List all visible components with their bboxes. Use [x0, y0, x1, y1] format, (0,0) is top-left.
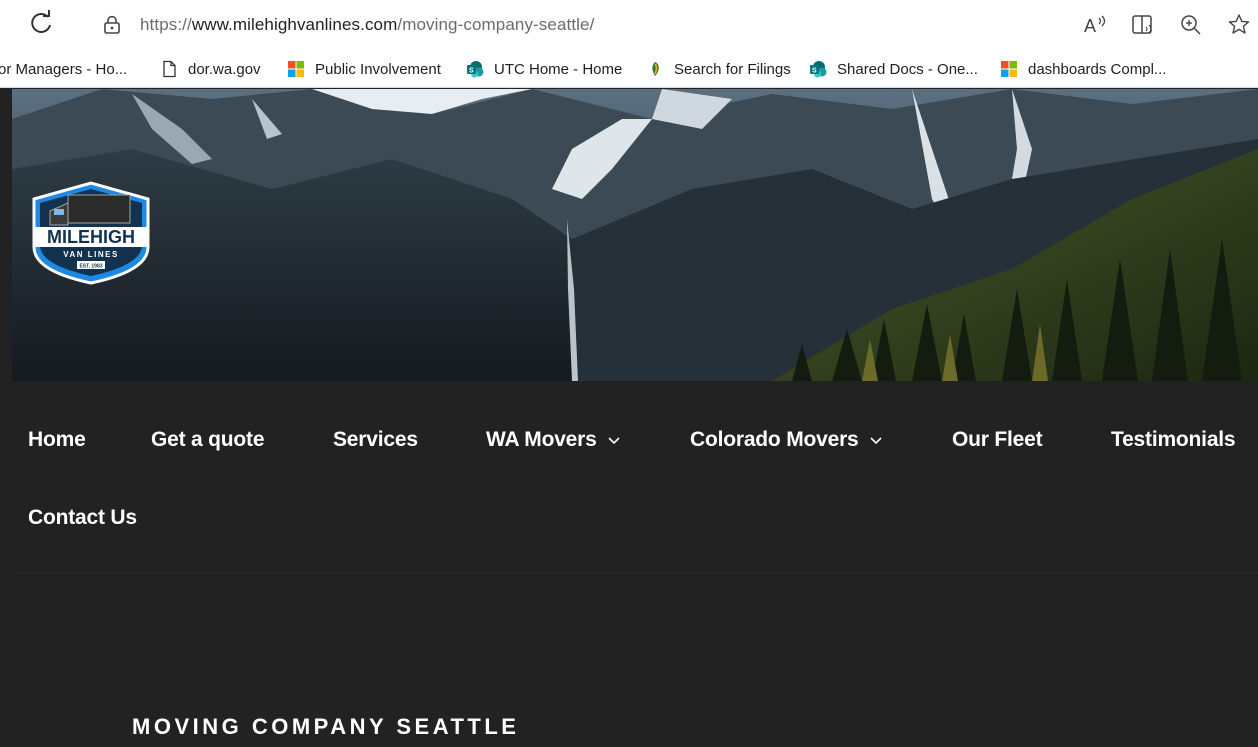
milehigh-van-lines-logo[interactable]: MILEHIGH VAN LINES EST. 1983	[28, 181, 154, 285]
logo-brand-text: MILEHIGH	[47, 227, 135, 247]
nav-colorado-movers[interactable]: Colorado Movers	[690, 428, 883, 452]
feather-icon	[652, 62, 659, 76]
favorite-star-icon[interactable]	[1226, 12, 1252, 38]
svg-text:S: S	[469, 68, 474, 75]
nav-wa-movers[interactable]: WA Movers	[486, 428, 621, 452]
windows-tiles-icon	[1001, 61, 1017, 77]
nav-label: WA Movers	[486, 428, 597, 451]
url-path: /moving-company-seattle/	[397, 15, 595, 34]
bookmark-utc-home[interactable]: S UTC Home - Home	[466, 59, 622, 79]
bookmark-label: Shared Docs - One...	[837, 60, 978, 78]
sharepoint-icon: S	[810, 61, 827, 78]
reload-icon[interactable]	[26, 8, 56, 38]
bookmark-label: or Managers - Ho...	[0, 60, 128, 78]
url-text: https://www.milehighvanlines.com/moving-…	[140, 15, 594, 35]
nav-home[interactable]: Home	[28, 428, 86, 452]
address-bar[interactable]: https://www.milehighvanlines.com/moving-…	[88, 6, 1158, 44]
bookmarks-bar: or Managers - Ho... dor.wa.gov Public In…	[0, 50, 1258, 88]
bookmark-managers[interactable]: or Managers - Ho...	[0, 59, 127, 79]
bookmark-label: dashboards Compl...	[1028, 60, 1167, 78]
hero-banner: MILEHIGH VAN LINES EST. 1983	[12, 89, 1258, 381]
mountain-landscape-image	[12, 89, 1258, 381]
chevron-down-icon	[608, 437, 620, 445]
bookmark-label: Search for Filings	[674, 60, 791, 78]
zoom-icon[interactable]	[1178, 12, 1204, 38]
nav-our-fleet[interactable]: Our Fleet	[952, 428, 1043, 452]
bookmark-public-involvement[interactable]: Public Involvement	[287, 59, 441, 79]
bookmark-label: dor.wa.gov	[188, 60, 261, 78]
bookmark-shared-docs[interactable]: S Shared Docs - One...	[809, 59, 978, 79]
main-navigation: Home Get a quote Services WA Movers Colo…	[12, 381, 1258, 573]
browser-toolbar: https://www.milehighvanlines.com/moving-…	[0, 0, 1258, 50]
nav-services[interactable]: Services	[333, 428, 418, 452]
nav-testimonials[interactable]: Testimonials	[1111, 428, 1236, 452]
windows-tiles-icon	[288, 61, 304, 77]
url-domain: www.milehighvanlines.com	[191, 15, 398, 34]
read-aloud-icon[interactable]: A	[1082, 12, 1108, 38]
bookmark-label: Public Involvement	[315, 60, 441, 78]
bookmark-dor-wa-gov[interactable]: dor.wa.gov	[160, 59, 261, 79]
immersive-reader-icon[interactable]	[1130, 12, 1156, 38]
nav-label: Colorado Movers	[690, 428, 859, 451]
url-scheme: https://	[140, 15, 192, 34]
chevron-down-icon	[869, 437, 882, 445]
svg-text:A: A	[1084, 16, 1096, 36]
svg-text:S: S	[812, 68, 817, 75]
logo-est-text: EST. 1983	[79, 264, 102, 270]
logo-tagline-text: VAN LINES	[63, 250, 119, 259]
nav-contact-us[interactable]: Contact Us	[28, 506, 137, 530]
bookmark-search-for-filings[interactable]: Search for Filings	[646, 59, 791, 79]
nav-get-a-quote[interactable]: Get a quote	[151, 428, 265, 452]
bookmark-dashboards[interactable]: dashboards Compl...	[1000, 59, 1166, 79]
sharepoint-icon: S	[467, 61, 484, 78]
page-icon	[163, 60, 176, 78]
page-title: MOVING COMPANY SEATTLE	[132, 714, 520, 739]
page-info-icon[interactable]	[102, 15, 122, 35]
bookmark-label: UTC Home - Home	[494, 60, 623, 78]
